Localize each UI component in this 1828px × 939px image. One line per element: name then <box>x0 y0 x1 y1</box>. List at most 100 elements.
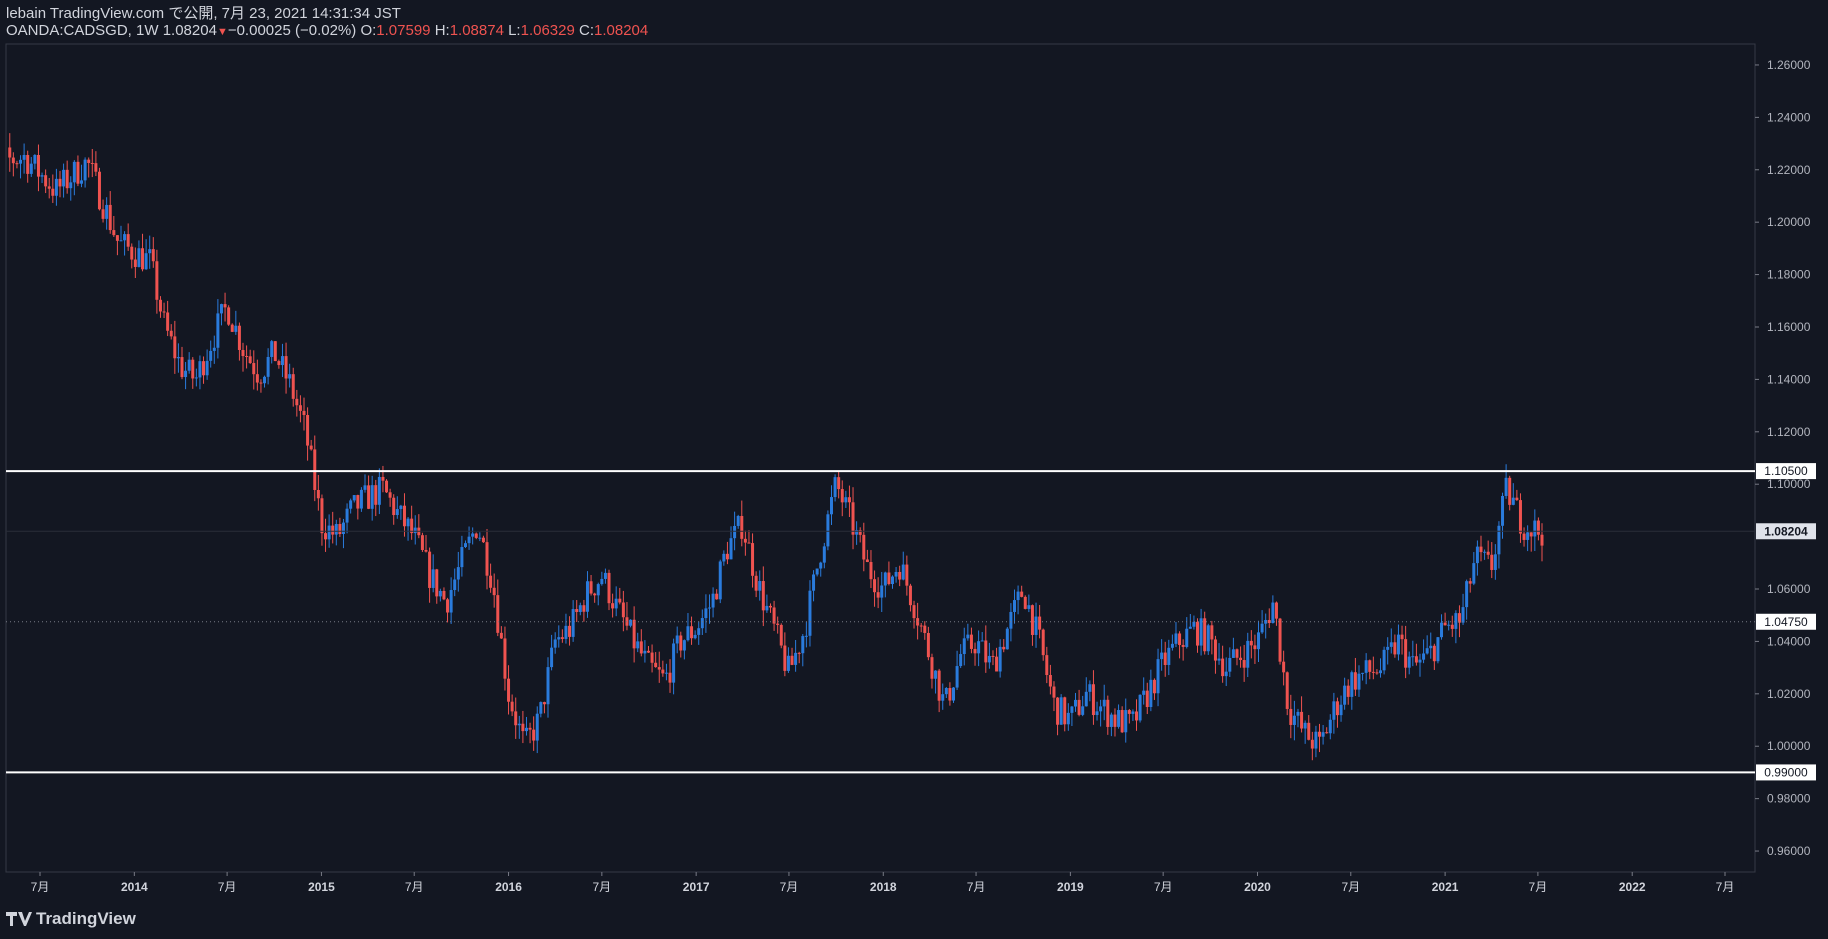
candle-body <box>700 618 704 629</box>
candle-body <box>1271 602 1275 624</box>
candle-body <box>216 313 220 348</box>
horizontal-lines-layer: 1.10500 0.99000 1.04750 1.08204 <box>6 463 1816 781</box>
candle-body <box>1106 699 1110 727</box>
candle-body <box>327 525 331 540</box>
candle-body <box>324 533 328 540</box>
candle-body <box>930 657 934 679</box>
price-chart[interactable]: 1.10500 0.99000 1.04750 1.08204 1.26000 1.24… <box>0 0 1828 939</box>
candle-body <box>320 498 324 534</box>
candle-body <box>1088 684 1092 692</box>
time-axis[interactable]: 7月 2014 7月 2015 7月 2016 7月 2017 7月 2018 7月 2019 7月 20… <box>31 872 1735 894</box>
candle-body <box>1335 701 1339 716</box>
candle-body <box>1041 629 1045 656</box>
candle-body <box>1048 675 1052 687</box>
candle-body <box>463 543 467 548</box>
candle-body <box>1117 710 1121 727</box>
time-tick-label: 2021 <box>1432 880 1459 894</box>
candle-body <box>1149 679 1153 708</box>
footer-brand[interactable]: TradingView <box>6 909 136 929</box>
candle-body <box>1371 671 1375 673</box>
candle-body <box>984 640 988 663</box>
candle-body <box>794 652 798 665</box>
candle-body <box>173 336 177 359</box>
candle-body <box>1475 546 1479 564</box>
time-tick-label: 7月 <box>1341 880 1360 894</box>
candle-body <box>557 637 561 640</box>
candle-body <box>966 634 970 639</box>
candle-body <box>1099 706 1103 712</box>
candle-body <box>1343 685 1347 705</box>
candle-body <box>639 641 643 654</box>
candle-body <box>550 647 554 668</box>
time-tick-label: 7月 <box>31 880 50 894</box>
candle-body <box>1407 656 1411 668</box>
candle-body <box>646 650 650 653</box>
candle-body <box>948 688 952 701</box>
candle-body <box>1483 551 1487 553</box>
candle-body <box>1160 652 1164 660</box>
candle-body <box>736 516 740 526</box>
candle-body <box>184 370 188 378</box>
candle-body <box>1515 497 1519 501</box>
time-tick-label: 2018 <box>870 880 897 894</box>
candle-body <box>1310 739 1314 749</box>
candle-body <box>1400 634 1404 640</box>
price-tick-label: 1.16000 <box>1767 320 1811 334</box>
candle-body <box>869 562 873 580</box>
candle-body <box>377 476 381 505</box>
candle-body <box>1120 710 1124 733</box>
candle-body <box>1228 657 1232 672</box>
candle-body <box>682 640 686 651</box>
time-tick-label: 2016 <box>495 880 522 894</box>
time-tick-label: 7月 <box>405 880 424 894</box>
candle-body <box>1350 672 1354 697</box>
price-tick-label: 1.24000 <box>1767 110 1811 124</box>
candle-body <box>1102 699 1106 707</box>
candle-body <box>1393 642 1397 655</box>
candle-body <box>1185 628 1189 647</box>
candle-body <box>1339 704 1343 716</box>
price-axis[interactable]: 1.26000 1.24000 1.22000 1.20000 1.18000 1.160… <box>1755 58 1811 858</box>
candle-body <box>1023 596 1027 609</box>
price-tick-label: 1.18000 <box>1767 268 1811 282</box>
candle-body <box>453 579 457 591</box>
candle-body <box>1296 711 1300 716</box>
candle-body <box>428 551 432 588</box>
candle-body <box>883 572 887 586</box>
candle-body <box>456 567 460 580</box>
candle-body <box>1486 551 1490 555</box>
candle-body <box>1414 656 1418 663</box>
candle-body <box>158 299 162 312</box>
candle-body <box>1447 624 1451 626</box>
candle-body <box>1540 534 1544 546</box>
last-price-label: 1.08204 <box>1764 524 1808 538</box>
time-tick-label: 2019 <box>1057 880 1084 894</box>
candle-body <box>1056 697 1060 725</box>
price-tick-label: 1.12000 <box>1767 425 1811 439</box>
candle-body <box>44 175 48 187</box>
candle-body <box>467 536 471 544</box>
candle-body <box>761 581 765 611</box>
candle-body <box>819 562 823 569</box>
candle-body <box>485 542 489 576</box>
candle-body <box>1432 645 1436 662</box>
candle-body <box>1318 731 1322 737</box>
candle-body <box>941 694 945 701</box>
candle-body <box>1529 532 1533 537</box>
candle-body <box>715 593 719 600</box>
candle-body <box>359 489 363 509</box>
candle-body <box>1213 639 1217 661</box>
candle-body <box>442 590 446 600</box>
candle-body <box>1518 500 1522 534</box>
candle-body <box>725 553 729 560</box>
candle-body <box>697 628 701 635</box>
candle-body <box>951 687 955 701</box>
candle-body <box>1307 722 1311 740</box>
price-tick-label: 1.02000 <box>1767 687 1811 701</box>
candle-body <box>446 599 450 613</box>
candle-body <box>101 209 105 219</box>
candle-body <box>582 605 586 612</box>
candle-body <box>36 154 40 177</box>
candle-body <box>887 572 891 585</box>
candle-body <box>521 723 525 732</box>
